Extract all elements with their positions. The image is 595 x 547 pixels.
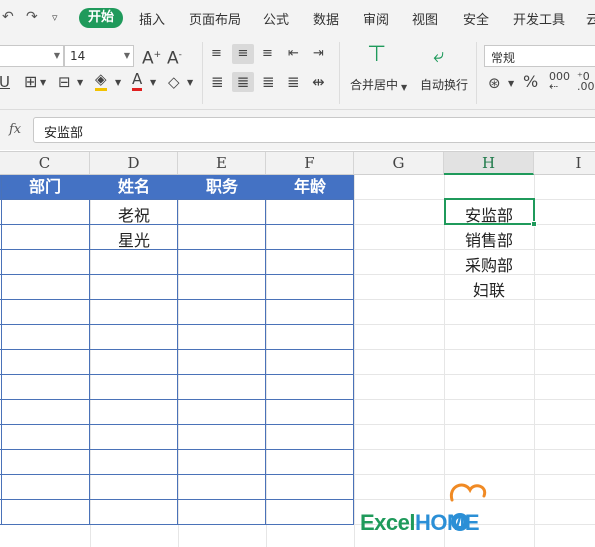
toolbar-divider (339, 42, 340, 104)
grid-line (354, 175, 355, 547)
table-header-position[interactable]: 职务 (178, 175, 266, 199)
toolbar-divider (476, 42, 477, 104)
increase-font-icon[interactable]: A+ (142, 45, 161, 69)
undo-icon[interactable]: ↶ (2, 9, 14, 25)
chevron-down-icon[interactable]: ▼ (401, 78, 407, 98)
redo-icon[interactable]: ↷ (26, 9, 38, 25)
table-cell[interactable]: 星光 (90, 227, 178, 251)
active-cell-selection[interactable] (444, 198, 535, 225)
column-header-f[interactable]: F (266, 152, 354, 174)
tab-view[interactable]: 视图 (412, 9, 438, 28)
font-color-icon[interactable]: A (132, 71, 143, 91)
formula-bar: fx 安监部 (0, 110, 595, 150)
distributed-align-icon[interactable]: ⇹ (312, 72, 325, 92)
align-middle-icon[interactable]: ≡ (232, 44, 254, 64)
tab-home[interactable]: 开始 (79, 8, 124, 28)
column-header-c[interactable]: C (0, 152, 90, 174)
underline-icon[interactable]: U (0, 72, 10, 92)
chevron-down-icon[interactable]: ▼ (508, 74, 514, 94)
align-top-icon[interactable]: ≡ (211, 44, 222, 64)
column-header-d[interactable]: D (90, 152, 178, 174)
align-left-icon[interactable]: ≣ (211, 72, 224, 92)
table-header-name[interactable]: 姓名 (90, 175, 178, 199)
align-right-icon[interactable]: ≣ (262, 72, 275, 92)
grid-line (178, 175, 179, 547)
currency-icon[interactable]: ⊛ (488, 73, 501, 93)
chevron-down-icon[interactable]: ▼ (115, 73, 121, 93)
column-headers: C D E F G H I (0, 151, 595, 175)
cell-h5[interactable]: 妇联 (444, 277, 534, 301)
cell-style-icon[interactable]: ⊟ (58, 72, 71, 92)
chevron-down-icon: ▼ (123, 51, 130, 60)
tab-insert[interactable]: 插入 (139, 9, 165, 28)
cell-h3[interactable]: 销售部 (444, 227, 534, 251)
tab-formulas[interactable]: 公式 (263, 9, 289, 28)
tab-page-layout[interactable]: 页面布局 (189, 9, 241, 28)
function-icon[interactable]: fx (9, 122, 21, 137)
font-name-select[interactable]: ▼ (0, 45, 64, 67)
column-header-h[interactable]: H (444, 152, 534, 175)
increase-decimal-icon[interactable]: ⁺0.00 (577, 71, 595, 92)
border-icon[interactable]: ⊞ (24, 72, 37, 92)
formula-value: 安监部 (44, 126, 84, 141)
font-size-select[interactable]: 14 ▼ (64, 45, 134, 67)
merge-center-icon[interactable]: ⊤ (367, 44, 386, 66)
chevron-down-icon[interactable]: ▼ (77, 73, 83, 93)
tab-review[interactable]: 审阅 (363, 9, 389, 28)
fill-handle[interactable] (531, 221, 537, 227)
cell-h4[interactable]: 采购部 (444, 252, 534, 276)
tab-data[interactable]: 数据 (313, 9, 339, 28)
tab-developer[interactable]: 开发工具 (513, 9, 565, 28)
table-cell[interactable]: 老祝 (90, 202, 178, 226)
column-header-i[interactable]: I (534, 152, 595, 174)
tab-cloud[interactable]: 云 (586, 9, 595, 28)
percent-icon[interactable]: % (523, 72, 538, 92)
logo-text: ExcelHOME (360, 510, 480, 535)
chevron-down-icon: ▼ (53, 51, 60, 60)
number-format-select[interactable]: 常规 (484, 45, 595, 67)
table-header-department[interactable]: 部门 (0, 175, 90, 199)
column-header-e[interactable]: E (178, 152, 266, 174)
column-header-g[interactable]: G (354, 152, 444, 174)
ribbon-tab-bar: ↶ ↷ ▿ 开始 插入 页面布局 公式 数据 审阅 视图 安全 开发工具 云 (0, 0, 595, 36)
ribbon-toolbar: ▼ 14 ▼ A+ A- U ⊞ ▼ ⊟ ▼ ◈ ▼ A ▼ ◇ ▼ ≡ ≡ ≡… (0, 36, 595, 110)
align-bottom-icon[interactable]: ≡ (262, 44, 273, 64)
merge-center-button[interactable]: 合并居中 (350, 76, 398, 93)
formula-input[interactable]: 安监部 (33, 117, 595, 143)
increase-indent-icon[interactable]: ⇥ (313, 44, 324, 64)
chevron-down-icon[interactable]: ▼ (40, 73, 46, 93)
table-header-age[interactable]: 年龄 (266, 175, 354, 199)
align-center-icon[interactable]: ≣ (232, 72, 254, 92)
grid-line (266, 175, 267, 547)
fill-color-icon[interactable]: ◈ (95, 71, 107, 91)
wrap-text-button[interactable]: 自动换行 (420, 76, 468, 93)
tab-security[interactable]: 安全 (463, 9, 489, 28)
number-format-value: 常规 (491, 51, 516, 65)
decrease-font-icon[interactable]: A- (167, 45, 182, 69)
font-size-value: 14 (70, 49, 86, 63)
toolbar-divider (202, 42, 203, 104)
decrease-indent-icon[interactable]: ⇤ (288, 44, 299, 64)
grid-line (534, 175, 535, 547)
excelhome-logo: ExcelHOME (360, 478, 520, 542)
chevron-down-icon[interactable]: ▼ (150, 73, 156, 93)
wrap-text-icon[interactable]: ⤶ (433, 45, 444, 65)
justify-icon[interactable]: ≣ (287, 72, 300, 92)
thousands-separator-icon[interactable]: 000 ⇠ (549, 71, 570, 92)
clear-format-icon[interactable]: ◇ (168, 72, 180, 92)
quick-access-dropdown-icon[interactable]: ▿ (52, 11, 58, 24)
chevron-down-icon[interactable]: ▼ (187, 73, 193, 93)
